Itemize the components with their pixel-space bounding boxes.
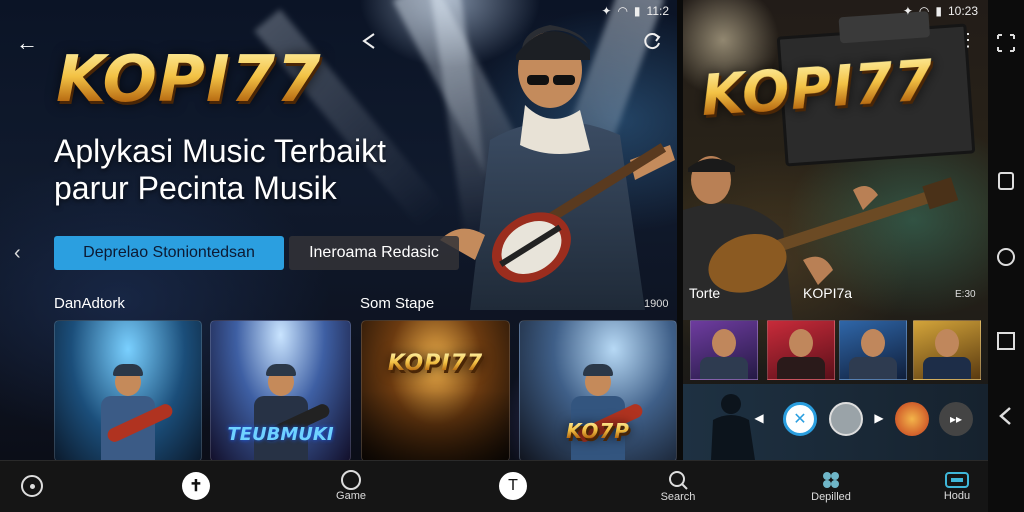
signal-icon: ✦ <box>902 4 913 18</box>
signal-icon: ✦ <box>601 4 612 18</box>
main-screen-left: ✦ ◠ ▮ 11:2 ← KOPI77 Aplykasi Music Terba… <box>0 0 677 460</box>
album-art-icon-2[interactable] <box>895 402 929 436</box>
player-artist-silhouette <box>711 394 755 460</box>
search-icon <box>669 471 688 490</box>
card-overlay-text: KO7P <box>520 419 676 443</box>
label-right: E:30 <box>955 289 976 300</box>
carousel-prev-icon[interactable]: ‹ <box>14 242 21 265</box>
status-time: 10:23 <box>947 4 978 18</box>
label-center: KOPI7a <box>803 285 853 301</box>
player-bar: ◀ ✕ ▶ ▸▸ <box>683 384 988 460</box>
nav-item-t[interactable]: T <box>495 462 531 510</box>
crowd-silhouette <box>362 391 509 460</box>
flower-icon <box>823 472 839 488</box>
battery-icon: ▮ <box>935 4 942 18</box>
prev-track-icon[interactable]: ◀ <box>751 410 767 426</box>
overview-icon[interactable] <box>988 330 1024 352</box>
status-time: 11:2 <box>646 4 669 18</box>
back-icon[interactable] <box>988 405 1024 427</box>
more-menu-icon[interactable]: ⋮ <box>959 30 977 51</box>
nav-label: Depilled <box>811 491 851 503</box>
label-left: Torte <box>689 285 721 301</box>
section-title-1: DanAdtork <box>54 295 125 312</box>
music-card[interactable]: TEUBMUKI <box>210 320 351 460</box>
drag-handle-icon[interactable] <box>988 32 1024 54</box>
music-card[interactable] <box>54 320 202 460</box>
section-count: 1900 <box>644 298 669 310</box>
music-card[interactable]: KOPI77 <box>361 320 510 460</box>
share-icon[interactable] <box>358 30 380 52</box>
card-overlay-text: KOPI77 <box>362 351 509 376</box>
refresh-icon[interactable] <box>641 30 663 52</box>
recent-apps-icon[interactable] <box>988 170 1024 192</box>
status-bar-right: ✦ ◠ ▮ 10:23 <box>903 4 978 18</box>
t-icon: T <box>499 472 527 500</box>
section-title-2: Som Stape <box>360 295 435 312</box>
headline: Aplykasi Music Terbaikt parur Pecinta Mu… <box>54 133 494 207</box>
nav-label: Search <box>660 491 696 503</box>
main-screen-right: KOPI77 ✦ ◠ ▮ 10:23 ⋮ Torte KOPI7a E:30 ◀… <box>683 0 988 460</box>
status-bar: ✦ ◠ ▮ 11:2 <box>601 4 669 18</box>
nav-item-cross[interactable]: ✝ <box>178 462 214 510</box>
battery-icon: ▮ <box>633 4 641 18</box>
artist-thumbnail[interactable] <box>767 320 835 380</box>
nav-label: Hodu <box>943 490 971 502</box>
cast-icon[interactable]: ✕ <box>783 402 817 436</box>
nav-label: Game <box>336 490 366 502</box>
headline-line-1: Aplykasi Music Terbaikt <box>54 133 386 169</box>
artist-thumbnail[interactable] <box>690 320 758 380</box>
headline-line-2: parur Pecinta Musik <box>54 170 337 206</box>
nav-item-home[interactable] <box>14 462 50 510</box>
artist-thumbnail[interactable] <box>913 320 981 380</box>
music-card[interactable]: KO7P <box>519 320 677 460</box>
app-logo: KOPI77 <box>56 43 322 117</box>
artist-thumbnail[interactable] <box>839 320 907 380</box>
nav-item-game[interactable]: Game <box>326 462 376 510</box>
circle-dot-icon <box>21 475 43 497</box>
wifi-icon: ◠ <box>617 4 628 18</box>
play-icon[interactable]: ▶ <box>871 410 887 426</box>
album-art-icon[interactable] <box>829 402 863 436</box>
home-icon[interactable] <box>988 246 1024 268</box>
card-overlay-text: TEUBMUKI <box>227 424 334 445</box>
secondary-cta-button[interactable]: Ineroama Redasic <box>289 236 459 270</box>
nav-item-depilled[interactable]: Depilled <box>800 462 862 510</box>
nav-item-hodu[interactable]: Hodu <box>932 462 982 510</box>
screen-icon <box>945 472 969 488</box>
next-track-icon[interactable]: ▸▸ <box>939 402 973 436</box>
back-arrow-icon[interactable]: ← <box>16 30 38 56</box>
circle-icon <box>341 470 361 490</box>
nav-item-search[interactable]: Search <box>652 462 704 510</box>
wifi-icon: ◠ <box>918 4 930 18</box>
primary-cta-button[interactable]: Deprelao Stoniontedsan <box>54 236 284 270</box>
cross-icon: ✝ <box>182 472 210 500</box>
